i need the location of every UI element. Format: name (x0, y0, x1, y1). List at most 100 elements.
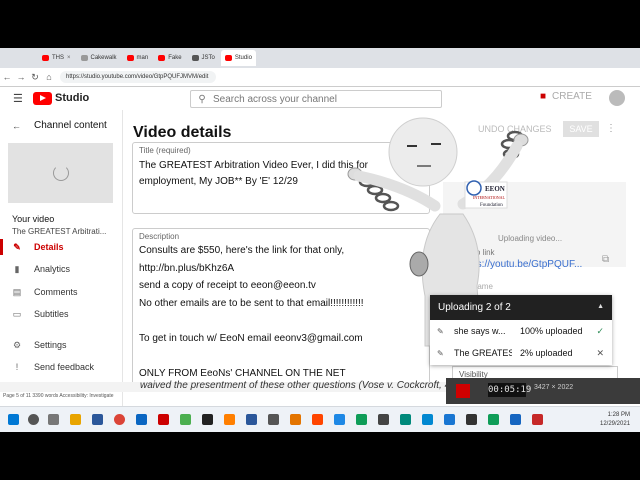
app-icon[interactable] (466, 414, 477, 425)
description-line: To get in touch w/ EeoN email eeonv3@gma… (139, 332, 363, 344)
more-options-icon[interactable]: ⋮ (606, 123, 616, 134)
task-view-icon[interactable] (48, 414, 59, 425)
video-thumbnail[interactable] (8, 143, 113, 203)
youtube-favicon-icon (126, 55, 134, 61)
app-icon[interactable] (422, 414, 433, 425)
org-sub: INTERNATIONAL (473, 195, 506, 200)
app-icon[interactable] (532, 414, 543, 425)
youtube-favicon-icon (80, 55, 88, 61)
browser-tab[interactable]: Cakewalk (77, 50, 121, 66)
padlock-icon (409, 251, 429, 277)
upload-status: 100% uploaded (520, 326, 583, 336)
video-title-short: The GREATEST Arbitrati... (12, 227, 107, 236)
foundation-globe-icon (466, 180, 482, 196)
app-icon[interactable] (334, 414, 345, 425)
app-icon[interactable] (444, 414, 455, 425)
sidebar-item-analytics[interactable]: ▮ Analytics (0, 259, 122, 279)
upload-dialog-header: Uploading 2 of 2 ▲ (430, 295, 612, 320)
app-icon[interactable] (268, 414, 279, 425)
chrome-icon[interactable] (114, 414, 125, 425)
address-bar: ← → ↻ ⌂ https://studio.youtube.com/video… (0, 68, 640, 87)
pencil-icon: ✎ (13, 241, 21, 252)
recording-timer: 00:05:19 (488, 383, 532, 397)
browser-tab[interactable]: Fake (154, 50, 185, 66)
back-arrow-icon[interactable]: ← (0, 72, 14, 82)
bar-chart-icon: ▮ (14, 263, 20, 274)
pencil-icon[interactable]: ✎ (437, 349, 447, 358)
sidebar-item-subtitles[interactable]: ▭ Subtitles (0, 304, 122, 324)
upload-name: The GREATES... (454, 348, 512, 358)
record-stop-button[interactable] (456, 384, 470, 398)
save-button[interactable]: SAVE (563, 121, 599, 137)
search-icon[interactable] (28, 414, 39, 425)
back-arrow-icon[interactable]: ← (12, 121, 21, 131)
close-tab-icon[interactable]: × (67, 55, 71, 61)
create-button[interactable]: ■ CREATE (540, 91, 592, 102)
checkmark-icon: ✓ (596, 325, 604, 336)
search-placeholder: Search across your channel (213, 93, 337, 105)
word-icon[interactable] (92, 414, 103, 425)
hamburger-menu-icon[interactable]: ☰ (13, 92, 23, 105)
app-icon[interactable] (180, 414, 191, 425)
system-clock[interactable]: 1:28 PM 12/29/2021 (600, 411, 630, 429)
browser-tab[interactable]: man (123, 50, 153, 66)
clock-date: 12/29/2021 (600, 421, 631, 427)
app-icon[interactable] (488, 414, 499, 425)
channel-content-title[interactable]: Channel content (34, 120, 107, 131)
upload-name: she says w... (454, 326, 506, 336)
edge-icon[interactable] (136, 414, 147, 425)
app-icon[interactable] (400, 414, 411, 425)
app-icon[interactable] (202, 414, 213, 425)
app-icon[interactable] (356, 414, 367, 425)
app-icon[interactable] (246, 414, 257, 425)
app-icon[interactable] (378, 414, 389, 425)
studio-header: ☰ Studio ⚲ Search across your channel ■ C… (0, 87, 640, 109)
bottom-letterbox (0, 432, 640, 480)
your-video-label: Your video (12, 214, 55, 224)
app-icon[interactable] (224, 414, 235, 425)
browser-tab[interactable]: JSTo (188, 50, 219, 66)
copy-icon[interactable]: ⧉ (602, 254, 609, 265)
description-line: No other emails are to be sent to that e… (139, 297, 364, 309)
chevron-up-icon[interactable]: ▲ (597, 303, 604, 310)
youtube-favicon-icon (191, 55, 199, 61)
upload-row[interactable]: ✎ she says w... 100% uploaded ✓ (430, 320, 612, 342)
youtube-favicon-icon (158, 55, 166, 61)
upload-row[interactable]: ✎ The GREATES... 2% uploaded ✕ (430, 342, 612, 364)
description-line (139, 315, 364, 333)
gear-icon: ⚙ (12, 339, 22, 350)
page-title: Video details (133, 124, 232, 141)
studio-logo-label: Studio (55, 92, 90, 104)
recording-resolution: 3427 × 2022 (534, 384, 574, 391)
description-line (139, 350, 364, 368)
clock-time: 1:28 PM (607, 412, 631, 418)
app-icon[interactable] (510, 414, 521, 425)
sidebar-item-settings[interactable]: ⚙ Settings (0, 335, 122, 355)
cancel-upload-icon[interactable]: ✕ (596, 348, 604, 359)
forward-arrow-icon[interactable]: → (14, 72, 28, 82)
app-icon[interactable] (312, 414, 323, 425)
avatar[interactable] (609, 90, 625, 106)
home-icon[interactable]: ⌂ (42, 72, 56, 82)
browser-tab[interactable]: THS × (38, 50, 75, 66)
windows-taskbar: 1:28 PM 12/29/2021 (0, 406, 640, 432)
sidebar-item-feedback[interactable]: ! Send feedback (0, 357, 122, 377)
desktop-screen: THS × Cakewalk man Fake JSTo Studio ← → ↻… (0, 48, 640, 432)
sidebar-item-comments[interactable]: ▤ Comments (0, 282, 122, 302)
file-explorer-icon[interactable] (70, 414, 81, 425)
sidebar-item-details[interactable]: ✎ Details (0, 237, 122, 257)
app-icon[interactable] (158, 414, 169, 425)
subtitles-icon: ▭ (12, 308, 22, 319)
upload-dialog: Uploading 2 of 2 ▲ ✎ she says w... 100% … (430, 295, 612, 365)
youtube-logo-icon[interactable] (33, 91, 52, 105)
title-text: The GREATEST Arbitration Video Ever, I d… (139, 160, 368, 187)
url-field[interactable]: https://studio.youtube.com/video/GtpPQUF… (60, 71, 216, 83)
reload-icon[interactable]: ↻ (28, 72, 42, 83)
browser-tab-active[interactable]: Studio (220, 50, 256, 66)
pencil-icon[interactable]: ✎ (437, 327, 447, 336)
vlc-icon[interactable] (290, 414, 301, 425)
youtube-favicon-icon (224, 55, 232, 61)
org-foundation: Foundation (480, 203, 503, 208)
windows-start-icon[interactable] (8, 414, 19, 425)
screen-recorder-bar: 00:05:19 3427 × 2022 (446, 378, 640, 404)
